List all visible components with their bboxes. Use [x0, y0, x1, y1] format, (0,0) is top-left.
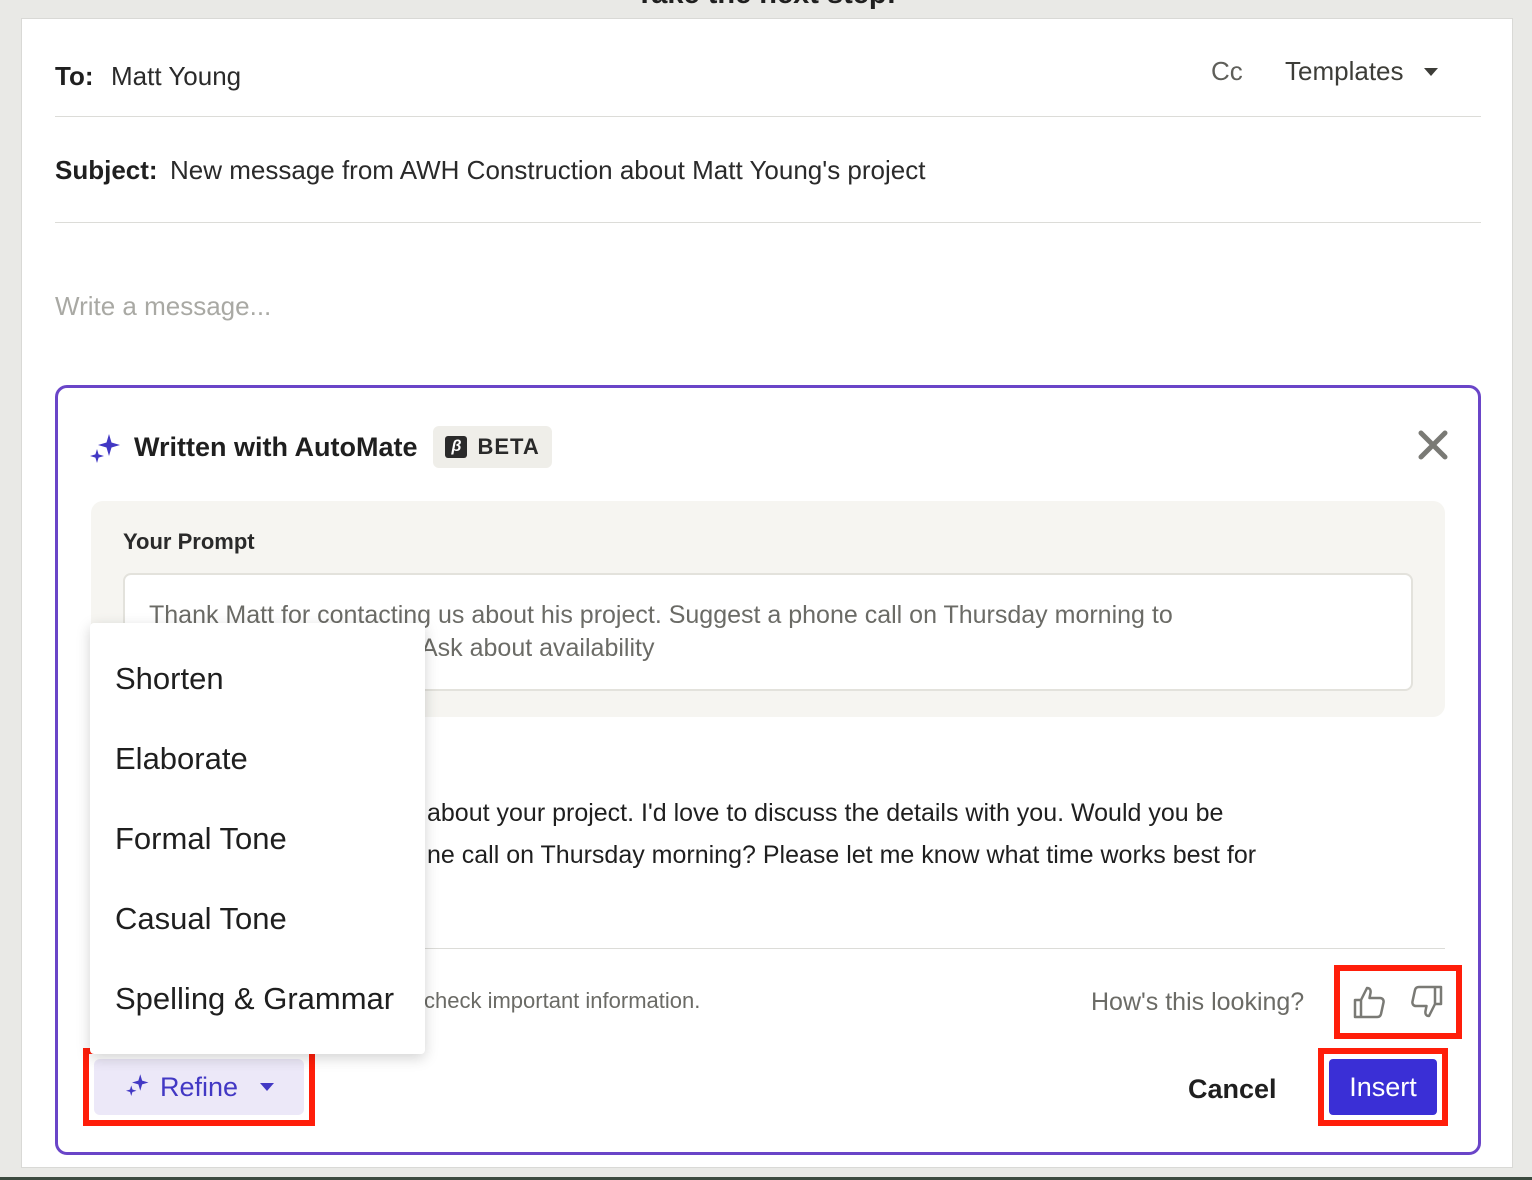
templates-dropdown[interactable]: Templates	[1285, 56, 1438, 87]
refine-button[interactable]: Refine	[94, 1059, 304, 1115]
menu-item-shorten[interactable]: Shorten	[90, 639, 425, 719]
menu-item-formal-tone[interactable]: Formal Tone	[90, 799, 425, 879]
chevron-down-icon	[1423, 67, 1438, 76]
automate-title: Written with AutoMate	[134, 431, 418, 462]
templates-label: Templates	[1285, 56, 1404, 86]
to-field[interactable]: Matt Young	[111, 61, 241, 92]
prompt-label: Your Prompt	[123, 529, 255, 554]
refine-menu: Shorten Elaborate Formal Tone Casual Ton…	[90, 623, 425, 1054]
cc-button[interactable]: Cc	[1211, 56, 1243, 87]
thumbs-up-icon[interactable]	[1351, 984, 1387, 1020]
message-input[interactable]: Write a message...	[55, 291, 271, 322]
beta-badge: β BETA	[433, 426, 552, 468]
insert-highlight: Insert	[1318, 1048, 1448, 1126]
menu-item-spelling-grammar[interactable]: Spelling & Grammar	[90, 959, 425, 1039]
refine-label: Refine	[160, 1071, 239, 1102]
sparkle-icon	[90, 431, 122, 463]
subject-field[interactable]: New message from AWH Construction about …	[170, 155, 925, 186]
beta-icon: β	[445, 436, 468, 458]
subject-row: Subject: New message from AWH Constructi…	[55, 117, 1481, 223]
menu-item-elaborate[interactable]: Elaborate	[90, 719, 425, 799]
subject-label: Subject:	[55, 155, 158, 185]
recipient-row: To: Matt Young Cc Templates	[55, 49, 1481, 117]
refine-highlight: Refine	[83, 1048, 315, 1126]
thumbs-down-icon[interactable]	[1409, 984, 1445, 1020]
to-label: To:	[55, 61, 94, 91]
close-icon[interactable]	[1418, 430, 1448, 465]
page-heading: Take the next step!	[0, 0, 1532, 11]
chevron-down-icon	[260, 1083, 275, 1091]
insert-button[interactable]: Insert	[1329, 1059, 1437, 1115]
sparkle-icon	[126, 1072, 150, 1103]
feedback-prompt: How's this looking?	[1091, 988, 1305, 1016]
automate-header: Written with AutoMate β BETA	[90, 426, 552, 468]
feedback-buttons	[1334, 965, 1462, 1039]
beta-label: BETA	[477, 434, 540, 459]
menu-item-casual-tone[interactable]: Casual Tone	[90, 879, 425, 959]
cancel-button[interactable]: Cancel	[1188, 1074, 1277, 1105]
